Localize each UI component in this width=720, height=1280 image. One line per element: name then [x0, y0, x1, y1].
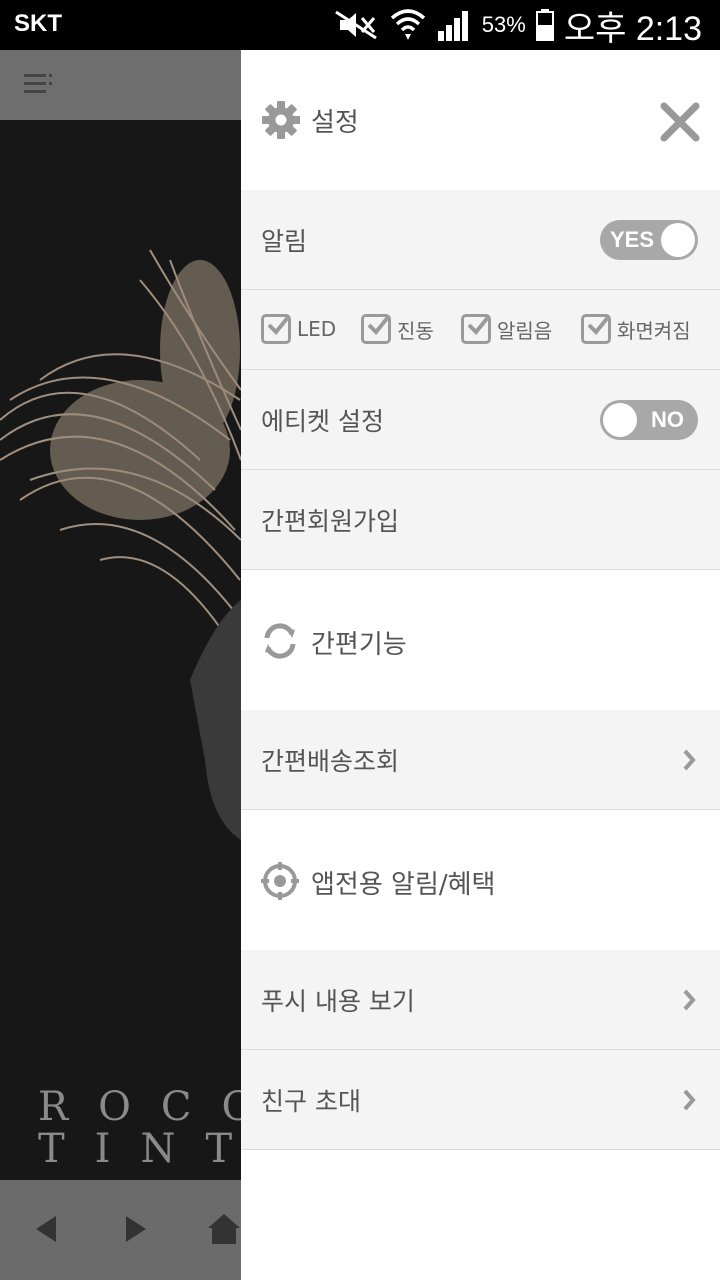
- refresh-icon: [264, 623, 296, 659]
- etiquette-label: 에티켓 설정: [261, 407, 384, 436]
- notification-row: 알림 YES: [241, 190, 720, 290]
- chevron-right-icon: [683, 1089, 696, 1111]
- target-icon: [261, 862, 299, 900]
- notification-label: 알림: [261, 227, 308, 256]
- battery-percent: 53%: [481, 12, 526, 37]
- delivery-tracking-label: 간편배송조회: [261, 747, 400, 776]
- notification-toggle-label: YES: [610, 227, 655, 252]
- back-arrow-icon[interactable]: [34, 1214, 58, 1244]
- notification-toggle[interactable]: YES: [600, 220, 698, 260]
- app-benefits-header: 앱전용 알림/혜택: [241, 810, 720, 950]
- option-vibrate-checkbox[interactable]: 진동: [361, 312, 434, 346]
- drawer-title: 설정: [311, 108, 359, 138]
- status-bar: SKT 53% 오후 2:13: [0, 0, 720, 50]
- chevron-right-icon: [683, 749, 696, 771]
- invite-friends-row[interactable]: 친구 초대: [241, 1050, 720, 1150]
- drawer-header: 설정: [241, 50, 720, 190]
- wifi-icon: [390, 9, 425, 40]
- settings-drawer: 설정 알림 YES LED 진동 알림음 화면켜짐 에티켓 설정 NO 간편회원…: [241, 50, 720, 1280]
- option-screen-on-checkbox[interactable]: 화면켜짐: [581, 312, 691, 346]
- clock: 오후 2:13: [563, 9, 702, 48]
- push-content-row[interactable]: 푸시 내용 보기: [241, 950, 720, 1050]
- option-label: 진동: [397, 318, 434, 343]
- pampas-grass-image: [0, 249, 241, 840]
- notification-options-row: LED 진동 알림음 화면켜짐: [241, 290, 720, 370]
- checkmark-icon: [461, 314, 491, 344]
- invite-friends-label: 친구 초대: [261, 1087, 361, 1116]
- status-icons: 53% 오후 2:13: [334, 4, 702, 48]
- option-label: 화면켜짐: [617, 318, 691, 343]
- option-label: LED: [297, 317, 337, 341]
- gear-icon: [262, 101, 300, 139]
- option-led-checkbox[interactable]: LED: [261, 312, 336, 346]
- signal-icon: [437, 11, 468, 41]
- battery-icon: [535, 9, 554, 41]
- app-benefits-title: 앱전용 알림/혜택: [311, 870, 496, 900]
- quick-signup-row[interactable]: 간편회원가입: [241, 470, 720, 570]
- menu-icon[interactable]: [24, 72, 52, 96]
- delivery-tracking-row[interactable]: 간편배송조회: [241, 710, 720, 810]
- option-sound-checkbox[interactable]: 알림음: [461, 312, 552, 346]
- toggle-knob: [661, 223, 695, 257]
- quick-signup-label: 간편회원가입: [261, 507, 400, 536]
- chevron-right-icon: [683, 989, 696, 1011]
- toggle-knob: [603, 403, 637, 437]
- forward-arrow-icon[interactable]: [124, 1214, 148, 1244]
- mute-icon: [334, 10, 377, 40]
- checkmark-icon: [581, 314, 611, 344]
- etiquette-toggle[interactable]: NO: [600, 400, 698, 440]
- carrier-name: SKT: [14, 10, 62, 37]
- etiquette-row: 에티켓 설정 NO: [241, 370, 720, 470]
- checkmark-icon: [261, 314, 291, 344]
- etiquette-toggle-label: NO: [651, 407, 684, 432]
- push-content-label: 푸시 내용 보기: [261, 987, 415, 1016]
- quick-features-title: 간편기능: [311, 630, 407, 660]
- close-icon[interactable]: [660, 102, 700, 142]
- home-icon[interactable]: [206, 1210, 242, 1246]
- quick-features-header: 간편기능: [241, 570, 720, 710]
- option-label: 알림음: [497, 318, 553, 343]
- checkmark-icon: [361, 314, 391, 344]
